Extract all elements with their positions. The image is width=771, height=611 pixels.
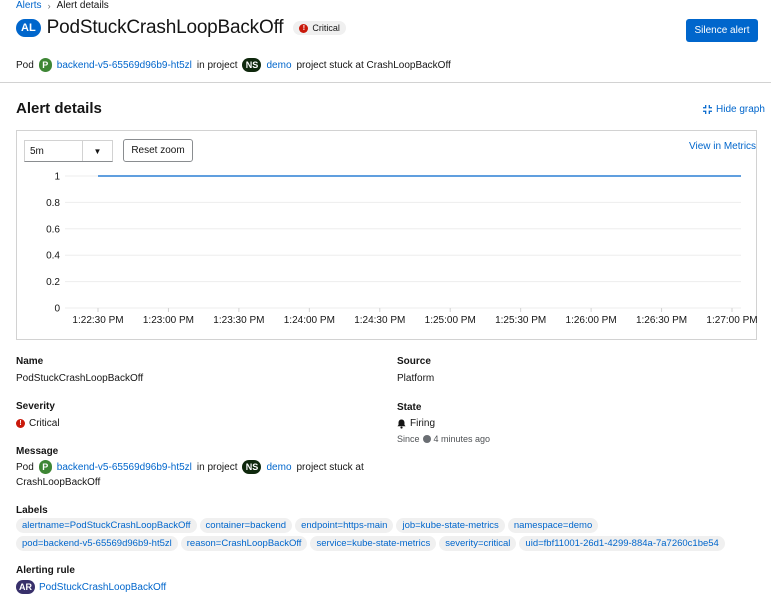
severity-label: Severity	[16, 401, 55, 412]
label-chip[interactable]: alertname=PodStuckCrashLoopBackOff	[16, 518, 197, 533]
message-namespace-link[interactable]: demo	[266, 462, 291, 473]
source-value: Platform	[397, 373, 435, 384]
page-header: AL PodStuckCrashLoopBackOff ! Critical	[16, 17, 346, 39]
message-label: Message	[16, 446, 59, 457]
severity-value-text: Critical	[29, 418, 60, 429]
message-pod-link[interactable]: backend-v5-65569d96b9-ht5zl	[57, 462, 192, 473]
message-middle: in project	[196, 461, 238, 473]
subtitle-suffix: project stuck at CrashLoopBackOff	[296, 59, 451, 71]
hide-graph-button[interactable]: Hide graph	[703, 104, 765, 115]
alert-graph[interactable]: 1 0.8 0.6 0.4 0.2 0 1:22:30 PM 1:23:00 PM 1:23:3…	[16, 165, 757, 330]
state-value-text: Firing	[410, 418, 436, 429]
namespace-link[interactable]: demo	[266, 60, 291, 71]
label-chip[interactable]: namespace=demo	[507, 518, 599, 533]
globe-icon	[422, 435, 431, 443]
x-tick-label: 1:23:00 PM	[143, 315, 194, 326]
interval-select-value: 5m	[30, 145, 44, 157]
x-tick-label: 1:23:30 PM	[213, 315, 264, 326]
labels-group: alertname=PodStuckCrashLoopBackOff contai…	[16, 518, 756, 551]
message-prefix: Pod	[16, 461, 34, 473]
label-chip[interactable]: container=backend	[199, 518, 293, 533]
interval-select[interactable]: 5m ▼	[24, 140, 113, 162]
bell-icon	[397, 419, 406, 429]
y-tick-label: 0.8	[46, 198, 60, 209]
state-label: State	[397, 402, 422, 413]
alerting-rule-resource-badge: AR	[16, 580, 35, 594]
name-label: Name	[16, 356, 44, 367]
x-tick-label: 1:27:00 PM	[706, 315, 757, 326]
label-chip[interactable]: reason=CrashLoopBackOff	[180, 536, 308, 551]
y-tick-label: 0.6	[46, 224, 60, 235]
x-tick-label: 1:24:00 PM	[284, 315, 335, 326]
severity-value: ! Critical	[16, 418, 60, 429]
namespace-resource-badge: NS	[242, 58, 262, 72]
alert-resource-badge: AL	[16, 19, 41, 37]
pod-resource-badge: P	[38, 460, 52, 474]
y-tick-label: 0.2	[46, 277, 60, 288]
x-tick-label: 1:26:00 PM	[566, 315, 617, 326]
alerting-rule-label: Alerting rule	[16, 565, 75, 576]
y-tick-label: 0	[54, 304, 60, 315]
alert-description: Pod P backend-v5-65569d96b9-ht5zl in pro…	[16, 58, 451, 72]
header-divider	[0, 82, 771, 83]
section-title: Alert details	[16, 100, 102, 117]
label-chip[interactable]: job=kube-state-metrics	[396, 518, 505, 533]
message-value: Pod P backend-v5-65569d96b9-ht5zl in pro…	[16, 460, 364, 474]
chevron-right-icon: ›	[47, 0, 51, 11]
alerting-rule-link[interactable]: PodStuckCrashLoopBackOff	[39, 582, 166, 593]
name-value: PodStuckCrashLoopBackOff	[16, 373, 144, 384]
pod-link[interactable]: backend-v5-65569d96b9-ht5zl	[57, 60, 192, 71]
x-tick-label: 1:24:30 PM	[354, 315, 405, 326]
hide-graph-label: Hide graph	[716, 104, 765, 115]
label-chip[interactable]: service=kube-state-metrics	[310, 536, 437, 551]
subtitle-middle: in project	[196, 59, 238, 71]
breadcrumb: Alerts › Alert details	[16, 0, 109, 11]
reset-zoom-button[interactable]: Reset zoom	[123, 139, 193, 162]
view-in-metrics-link[interactable]: View in Metrics	[689, 141, 756, 152]
caret-down-icon: ▼	[82, 141, 112, 161]
severity-badge: ! Critical	[293, 21, 346, 35]
x-tick-label: 1:25:00 PM	[425, 315, 476, 326]
error-circle-icon: !	[299, 23, 309, 33]
pod-resource-badge: P	[38, 58, 52, 72]
since-prefix: Since	[397, 434, 420, 444]
silence-alert-button[interactable]: Silence alert	[686, 19, 758, 42]
state-value: Firing	[397, 418, 435, 429]
x-tick-label: 1:22:30 PM	[72, 315, 123, 326]
subtitle-prefix: Pod	[16, 59, 34, 71]
breadcrumb-alerts-link[interactable]: Alerts	[16, 0, 42, 11]
label-chip[interactable]: pod=backend-v5-65569d96b9-ht5zl	[16, 536, 178, 551]
since-value: 4 minutes ago	[433, 434, 491, 444]
state-since: Since 4 minutes ago	[397, 434, 490, 444]
label-chip[interactable]: endpoint=https-main	[295, 518, 394, 533]
compress-icon	[703, 105, 712, 114]
namespace-resource-badge: NS	[242, 460, 262, 474]
label-chip[interactable]: severity=critical	[439, 536, 517, 551]
alerting-rule-value: AR PodStuckCrashLoopBackOff	[16, 580, 166, 594]
breadcrumb-current: Alert details	[56, 0, 109, 11]
error-circle-icon: !	[16, 419, 25, 428]
message-suffix-continued: CrashLoopBackOff	[16, 477, 101, 488]
source-label: Source	[397, 356, 431, 367]
y-tick-label: 0.4	[46, 251, 60, 262]
y-tick-label: 1	[54, 172, 60, 183]
label-chip[interactable]: uid=fbf11001-26d1-4299-884a-7a7260c1be54	[519, 536, 725, 551]
x-tick-label: 1:26:30 PM	[636, 315, 687, 326]
labels-label: Labels	[16, 505, 48, 516]
message-suffix: project stuck at	[296, 461, 364, 473]
x-tick-label: 1:25:30 PM	[495, 315, 546, 326]
page-title: PodStuckCrashLoopBackOff	[46, 17, 284, 38]
severity-badge-label: Critical	[312, 23, 340, 33]
